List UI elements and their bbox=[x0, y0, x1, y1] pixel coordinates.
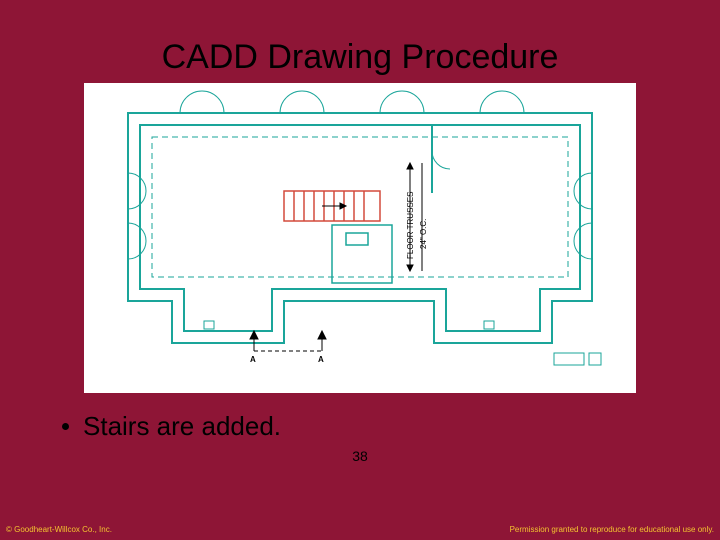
footer: © Goodheart-Willcox Co., Inc. Permission… bbox=[0, 518, 720, 540]
slide-title: CADD Drawing Procedure bbox=[0, 0, 720, 83]
bullet-row: Stairs are added. bbox=[0, 393, 720, 442]
slide-number: 38 bbox=[0, 448, 720, 464]
section-a-left: A bbox=[250, 355, 256, 364]
floor-plan-svg bbox=[84, 83, 636, 393]
permission-text: Permission granted to reproduce for educ… bbox=[510, 525, 714, 534]
bullet-text: Stairs are added. bbox=[83, 411, 281, 442]
annot-floor-trusses: FLOOR TRUSSES bbox=[406, 192, 415, 259]
bullet-icon bbox=[62, 423, 69, 430]
annot-spacing: 24" O.C. bbox=[419, 219, 428, 249]
copyright-text: © Goodheart-Willcox Co., Inc. bbox=[6, 525, 112, 534]
section-a-right: A bbox=[318, 355, 324, 364]
cad-drawing: FLOOR TRUSSES 24" O.C. A A bbox=[84, 83, 636, 393]
